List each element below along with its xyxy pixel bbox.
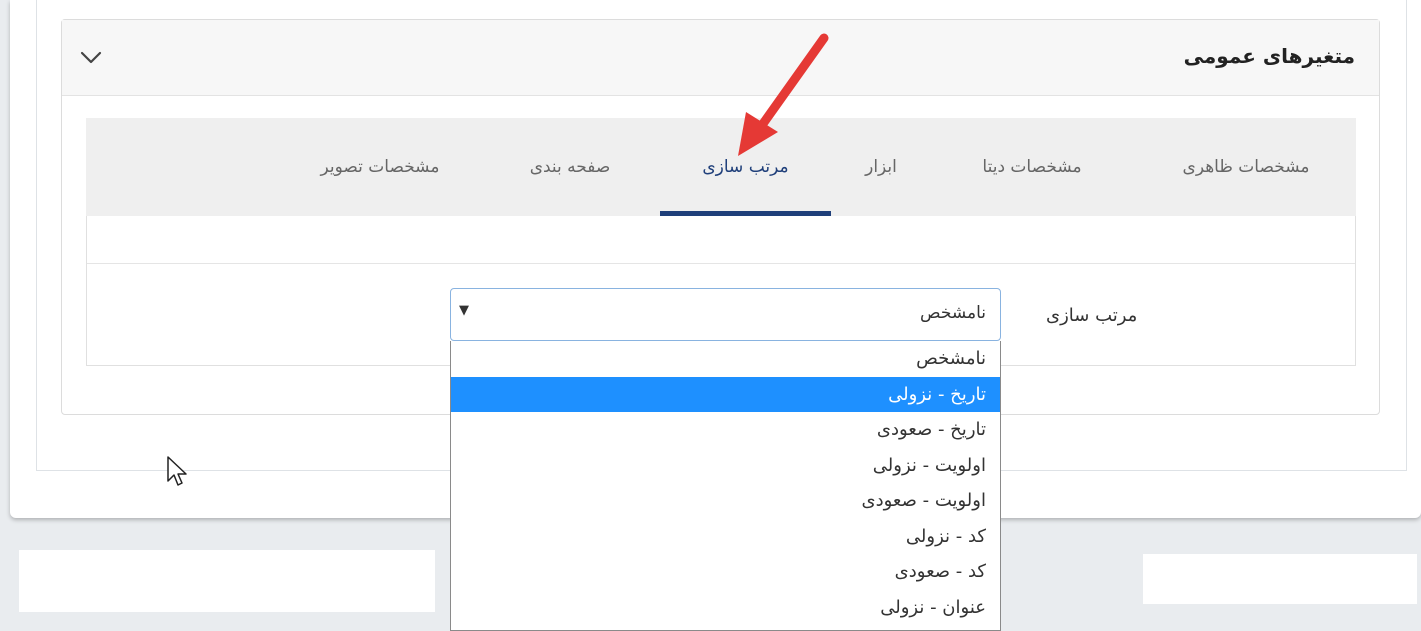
divider (87, 263, 1355, 264)
sort-option[interactable]: اولویت - صعودی (451, 483, 1000, 519)
sort-option[interactable]: تاریخ - صعودی (451, 412, 1000, 448)
sort-select[interactable]: نامشخص ▼ (450, 288, 1001, 341)
red-arrow-annotation-icon (738, 33, 829, 156)
sort-option-highlighted[interactable]: تاریخ - نزولی (451, 376, 1000, 412)
sort-field-label: مرتب سازی (1046, 305, 1138, 326)
panel-title: متغیرهای عمومی (1183, 44, 1355, 68)
sort-option[interactable]: عنوان - نزولی (451, 590, 1000, 626)
tab-image-properties[interactable]: مشخصات تصویر (280, 118, 480, 216)
tab-appearance[interactable]: مشخصات ظاهری (1136, 118, 1356, 216)
tab-data-properties[interactable]: مشخصات دیتا (932, 118, 1132, 216)
sort-option[interactable]: نامشخص (451, 341, 1000, 377)
sort-options-list: نامشخص تاریخ - نزولی تاریخ - صعودی اولوی… (450, 341, 1001, 631)
tab-tools[interactable]: ابزار (831, 118, 931, 216)
footer-box-right (1143, 554, 1417, 604)
tab-pagination[interactable]: صفحه بندی (480, 118, 660, 216)
sort-select-value: نامشخص (920, 303, 986, 323)
dropdown-arrow-icon: ▼ (459, 303, 469, 318)
chevron-down-icon[interactable] (76, 42, 106, 72)
sort-option[interactable]: کد - صعودی (451, 554, 1000, 590)
sort-option[interactable]: کد - نزولی (451, 519, 1000, 555)
sort-option[interactable]: اولویت - نزولی (451, 448, 1000, 484)
footer-box-left (19, 550, 435, 612)
mouse-pointer-icon (167, 456, 187, 486)
